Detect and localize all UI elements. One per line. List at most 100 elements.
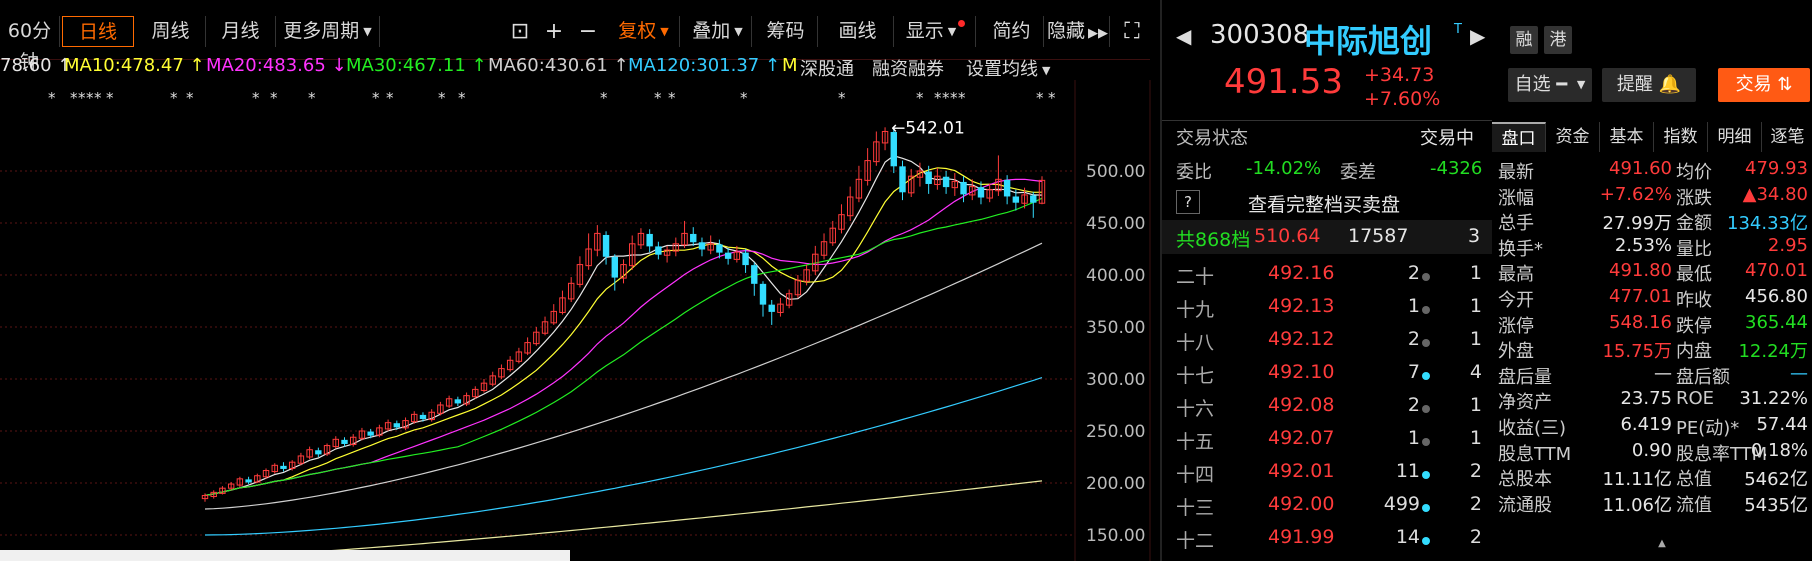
orderbook-row[interactable]: 二十 492.16 2 1 <box>1176 262 1492 295</box>
full-orderbook-link[interactable]: 查看完整档买卖盘 <box>1248 190 1400 217</box>
candle-body <box>367 431 374 436</box>
zoom-in-icon[interactable]: + <box>538 18 570 46</box>
candle-body <box>742 252 749 266</box>
level-price: 492.13 <box>1268 295 1335 317</box>
caret-down-icon: ▼ <box>363 25 372 38</box>
quote-label: 外盘 <box>1498 341 1534 363</box>
level-label: 二十 <box>1176 266 1215 288</box>
price-change-pct: +7.60% <box>1364 88 1441 110</box>
orderbook-row[interactable]: 十二 491.99 14 2 <box>1176 526 1492 559</box>
next-stock-icon[interactable]: ▶ <box>1470 24 1485 48</box>
level-label: 十五 <box>1176 431 1215 453</box>
collapse-up-icon[interactable]: ▲ <box>1632 538 1692 549</box>
event-star-icon: * <box>916 89 924 107</box>
orderbook-row[interactable]: 十九 492.13 1 1 <box>1176 295 1492 328</box>
tab-index[interactable]: 指数 <box>1654 122 1708 152</box>
quote-value: 456.80 <box>1745 286 1808 307</box>
tab-basic[interactable]: 基本 <box>1600 122 1654 152</box>
more-periods-dropdown[interactable]: 更多周期 ▼ <box>276 16 380 47</box>
level-marker-icon <box>1422 537 1430 545</box>
quote-value: 548.16 <box>1609 311 1672 333</box>
quote-value: 12.24万 <box>1738 341 1808 363</box>
quote-label: ROE <box>1676 388 1715 410</box>
alert-button[interactable]: 提醒 🔔 <box>1602 68 1696 102</box>
candle-body <box>1030 195 1037 203</box>
candle-body <box>611 256 618 278</box>
candle-body <box>899 166 906 193</box>
margin-trading-toggle[interactable]: 融资融券 <box>872 55 944 81</box>
level-label: 十四 <box>1176 464 1215 486</box>
draw-line-button[interactable]: 画线 <box>822 16 894 47</box>
candle-body <box>280 465 287 469</box>
hide-button[interactable]: 隐藏 ▶▶ <box>1046 16 1110 47</box>
quote-label: 换手* <box>1498 238 1543 260</box>
event-star-icon: * <box>170 89 178 107</box>
candlestick-chart[interactable]: * * * * * * * * * * * * * * * * * * * * * * * * * * * 500.00450.00… <box>0 80 1160 561</box>
caret-down-icon: ▼ <box>947 25 957 38</box>
orderbook-row[interactable]: 十七 492.10 7 4 <box>1176 361 1492 394</box>
tab-funds[interactable]: 资金 <box>1546 122 1600 152</box>
event-star-icon: * <box>106 89 114 107</box>
zoom-out-icon[interactable]: − <box>572 18 604 46</box>
level-count: 1 <box>1469 262 1482 284</box>
quote-label: 最新 <box>1498 162 1534 183</box>
unlock-icon[interactable]: ⊡ <box>504 18 536 46</box>
period-daily-button[interactable]: 日线 <box>62 16 134 47</box>
candle-body <box>768 304 775 312</box>
help-icon[interactable]: ? <box>1176 190 1200 214</box>
orderbook-row[interactable]: 十四 492.01 11 2 <box>1176 460 1492 493</box>
set-ma-dropdown[interactable]: 设置均线 ▼ <box>966 55 1050 81</box>
level-volume: 7 <box>1407 361 1420 383</box>
orderbook-row[interactable]: 十五 492.07 1 1 <box>1176 427 1492 460</box>
ma30-value: MA30:467.11 ↑ <box>346 55 487 76</box>
price-tick-label: 500.00 <box>1086 162 1145 182</box>
orderbook-row[interactable]: 十六 492.08 2 1 <box>1176 394 1492 427</box>
event-star-icon: * <box>186 89 194 107</box>
quote-value: 5435亿 <box>1744 494 1808 516</box>
candle-body <box>419 414 427 420</box>
quote-value: 2.53% <box>1614 234 1672 256</box>
candle-body <box>751 265 758 284</box>
quote-label: 今开 <box>1498 290 1534 311</box>
orderbook-row[interactable]: 十八 492.12 2 1 <box>1176 328 1492 361</box>
quote-value: 6.419 <box>1620 414 1672 435</box>
trade-status-value: 交易中 <box>1420 128 1474 149</box>
level-count: 1 <box>1469 328 1482 350</box>
simple-mode-button[interactable]: 简约 <box>980 16 1044 47</box>
ma5-line <box>204 155 1043 497</box>
quote-label: 量比 <box>1676 238 1712 260</box>
level-label: 十六 <box>1176 398 1215 420</box>
tab-pankou[interactable]: 盘口 <box>1492 122 1546 152</box>
tab-details[interactable]: 明细 <box>1708 122 1762 152</box>
level-label: 十九 <box>1176 299 1215 321</box>
scrollbar-thumb[interactable] <box>0 550 570 561</box>
event-star-icon: * <box>78 89 86 107</box>
period-60min-button[interactable]: 60分钟 <box>0 16 60 73</box>
shenzhen-connect-toggle[interactable]: 深股通 <box>800 55 854 81</box>
tab-tick[interactable]: 逐笔 <box>1762 122 1812 152</box>
fuquan-dropdown[interactable]: 复权 ▼ <box>608 16 680 47</box>
event-markers: * * * * * * * * * * * * * * * * * * * * * * * * * * * <box>48 89 1056 107</box>
level-price: 492.08 <box>1268 394 1335 416</box>
ma20-value: MA20:483.65 ↓ <box>206 55 347 76</box>
ma5-value: 78.60 ↑ <box>0 55 73 76</box>
event-star-icon: * <box>270 89 278 107</box>
overlay-dropdown[interactable]: 叠加 ▼ <box>684 16 752 47</box>
trade-button[interactable]: 交易 ⇅ <box>1718 68 1810 102</box>
chips-button[interactable]: 筹码 <box>754 16 818 47</box>
display-dropdown[interactable]: 显示 ▼ <box>896 16 976 47</box>
watchlist-dropdown[interactable]: 自选 ━ ▼ <box>1508 68 1592 102</box>
period-weekly-button[interactable]: 周线 <box>136 16 206 47</box>
total-count: 3 <box>1468 225 1481 247</box>
period-monthly-button[interactable]: 月线 <box>206 16 276 47</box>
event-star-icon: * <box>94 89 102 107</box>
level-label: 十七 <box>1176 365 1215 387</box>
quote-label: 净资产 <box>1498 392 1552 414</box>
candle-body <box>646 233 653 247</box>
display-label: 显示 <box>905 20 944 42</box>
fullscreen-icon[interactable]: ⛶ <box>1116 18 1148 46</box>
candle-body <box>454 399 462 404</box>
level-price: 492.12 <box>1268 328 1335 350</box>
orderbook-row[interactable]: 十三 492.00 499 2 <box>1176 493 1492 526</box>
prev-stock-icon[interactable]: ◀ <box>1176 24 1191 48</box>
